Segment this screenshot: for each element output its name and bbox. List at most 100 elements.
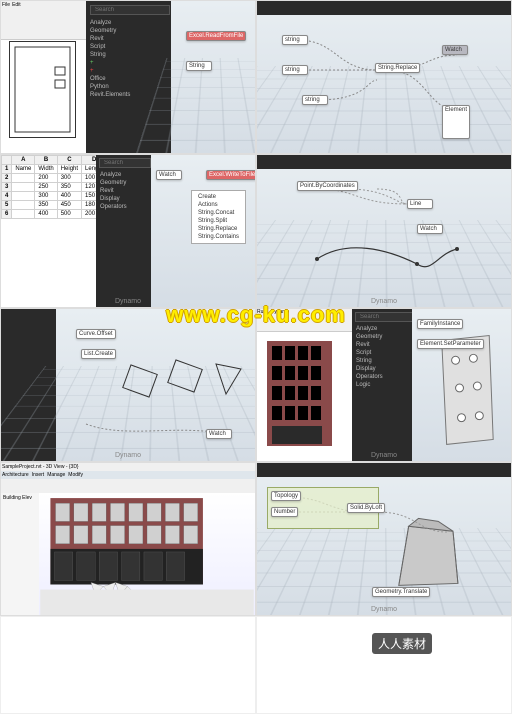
node[interactable]: Watch	[206, 429, 232, 439]
properties-panel[interactable]: Building Elev	[1, 493, 44, 615]
ctx-item[interactable]: String.Split	[194, 217, 243, 225]
col-header[interactable]: A	[12, 156, 35, 165]
dynamo-canvas[interactable]: Point.ByCoordinates Line Watch	[257, 169, 511, 307]
ribbon-tab[interactable]: Modify	[68, 472, 83, 478]
lib-item[interactable]: Geometry	[352, 333, 412, 341]
ctx-item[interactable]: Create	[194, 193, 243, 201]
node[interactable]: List.Create	[81, 349, 116, 359]
lib-item[interactable]: Logic	[352, 381, 412, 389]
cell[interactable]: 350	[35, 201, 57, 210]
cell[interactable]: Width	[35, 165, 57, 174]
cell[interactable]: 200	[35, 174, 57, 183]
cell[interactable]	[12, 201, 35, 210]
cell[interactable]: 400	[35, 210, 57, 219]
cell[interactable]: 150	[82, 192, 96, 201]
row-header[interactable]: 5	[2, 201, 12, 210]
row-header[interactable]: 4	[2, 192, 12, 201]
cell[interactable]: 200	[82, 210, 96, 219]
col-header[interactable]: C	[57, 156, 81, 165]
ribbon-tab[interactable]: Architecture	[2, 472, 29, 478]
cell[interactable]: 100	[82, 174, 96, 183]
dynamo-canvas[interactable]: Excel.ReadFromFile String	[171, 1, 255, 153]
cell[interactable]: Height	[57, 165, 81, 174]
corner-cell[interactable]	[2, 156, 12, 165]
node[interactable]: Watch	[156, 170, 182, 180]
cell[interactable]	[12, 174, 35, 183]
cell[interactable]: 400	[57, 192, 81, 201]
dynamo-canvas[interactable]: string string string String.Replace Watc…	[257, 15, 511, 153]
row-header[interactable]: 2	[2, 174, 12, 183]
revit-menu-item[interactable]: File	[2, 2, 10, 8]
cell[interactable]: 250	[35, 183, 57, 192]
revit-menu-item[interactable]: Edit	[12, 2, 21, 8]
cell[interactable]: 120	[82, 183, 96, 192]
lib-item[interactable]: Revit	[96, 187, 151, 195]
row-header[interactable]: 1	[2, 165, 12, 174]
dynamo-canvas[interactable]: Watch Excel.WriteToFile Create Actions S…	[151, 155, 255, 307]
node[interactable]: Line	[407, 199, 433, 209]
excel-sheet[interactable]: A B C D 1NameWidthHeightLength 220030010…	[1, 155, 96, 307]
node[interactable]: Geometry.Translate	[372, 587, 430, 597]
lib-item[interactable]: Display	[352, 365, 412, 373]
node[interactable]: String.Replace	[375, 63, 420, 73]
lib-item[interactable]: Script	[352, 349, 412, 357]
lib-item[interactable]: Analyze	[96, 171, 151, 179]
ctx-item[interactable]: String.Concat	[194, 209, 243, 217]
add-icon[interactable]: +	[86, 67, 171, 75]
lib-item[interactable]: Analyze	[86, 19, 171, 27]
node[interactable]: Excel.ReadFromFile	[186, 31, 246, 41]
node[interactable]: Excel.WriteToFile	[206, 170, 256, 180]
dynamo-canvas[interactable]: Curve.Offset List.Create Watch	[56, 309, 255, 461]
lib-item[interactable]: String	[86, 51, 171, 59]
col-header[interactable]: B	[35, 156, 57, 165]
node[interactable]: Solid.ByLoft	[347, 503, 385, 513]
cell[interactable]	[12, 183, 35, 192]
cell[interactable]: 450	[57, 201, 81, 210]
ribbon-tab[interactable]: Manage	[47, 472, 65, 478]
node[interactable]: Point.ByCoordinates	[297, 181, 358, 191]
node[interactable]: Element	[442, 105, 470, 139]
node[interactable]: string	[282, 35, 308, 45]
cell[interactable]: Name	[12, 165, 35, 174]
cell[interactable]	[12, 192, 35, 201]
ctx-item[interactable]: String.Contains	[194, 233, 243, 241]
row-header[interactable]: 6	[2, 210, 12, 219]
lib-item[interactable]: String	[352, 357, 412, 365]
col-header[interactable]: D	[82, 156, 96, 165]
ribbon-tab[interactable]: Insert	[32, 472, 45, 478]
cell[interactable]: 350	[57, 183, 81, 192]
node[interactable]: String	[186, 61, 212, 71]
row-header[interactable]: 3	[2, 183, 12, 192]
dynamo-canvas[interactable]: FamilyInstance Element.SetParameter	[412, 309, 511, 461]
search-input[interactable]	[99, 158, 151, 168]
dynamo-canvas[interactable]: Topology Number Solid.ByLoft Geometry.Tr…	[257, 477, 511, 615]
node[interactable]: Curve.Offset	[76, 329, 116, 339]
lib-item[interactable]: Operators	[96, 203, 151, 211]
cell[interactable]: Length	[82, 165, 96, 174]
cell[interactable]: 180	[82, 201, 96, 210]
node[interactable]: Topology	[271, 491, 301, 501]
lib-item[interactable]: Script	[86, 43, 171, 51]
node[interactable]: Element.SetParameter	[417, 339, 484, 349]
node[interactable]: Number	[271, 507, 298, 517]
lib-item[interactable]: Revit	[86, 35, 171, 43]
search-input[interactable]	[90, 5, 170, 15]
revit-3d-view[interactable]	[39, 493, 255, 615]
lib-item[interactable]: Operators	[352, 373, 412, 381]
node[interactable]: string	[302, 95, 328, 105]
ctx-item[interactable]: String.Replace	[194, 225, 243, 233]
node[interactable]: Watch	[417, 224, 443, 234]
lib-item[interactable]: Revit	[352, 341, 412, 349]
cell[interactable]	[12, 210, 35, 219]
cell[interactable]: 300	[57, 174, 81, 183]
lib-item[interactable]: Geometry	[86, 27, 171, 35]
add-icon[interactable]: +	[86, 59, 171, 67]
cell[interactable]: 300	[35, 192, 57, 201]
lib-item[interactable]: Display	[96, 195, 151, 203]
node[interactable]: Watch	[442, 45, 468, 55]
lib-item[interactable]: Geometry	[96, 179, 151, 187]
context-menu[interactable]: Create Actions String.Concat String.Spli…	[191, 190, 246, 244]
node[interactable]: string	[282, 65, 308, 75]
ctx-item[interactable]: Actions	[194, 201, 243, 209]
cell[interactable]: 500	[57, 210, 81, 219]
